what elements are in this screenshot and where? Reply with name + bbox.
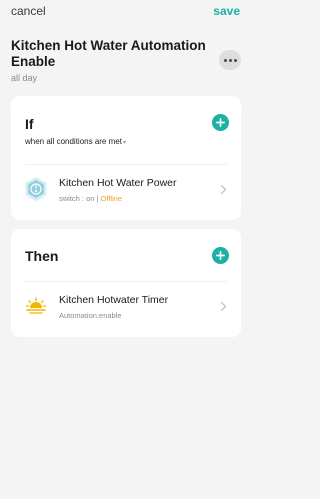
save-button[interactable]: save: [213, 4, 240, 18]
action-name: Kitchen Hotwater Timer: [59, 294, 169, 306]
chevron-right-icon: [220, 184, 227, 195]
condition-mode-selector[interactable]: when all conditions are met▾: [25, 137, 126, 146]
cancel-button[interactable]: cancel: [11, 4, 46, 18]
condition-detail: switch : on | Offline: [59, 194, 122, 203]
if-card: If when all conditions are met▾ Kitchen …: [11, 96, 241, 220]
if-heading: If: [25, 116, 34, 132]
condition-mode-label: when all conditions are met: [25, 137, 122, 146]
sunrise-icon: [25, 297, 47, 314]
action-detail: Automation:enable: [59, 311, 122, 320]
add-condition-button[interactable]: [212, 114, 229, 131]
add-action-button[interactable]: [212, 247, 229, 264]
condition-name: Kitchen Hot Water Power: [59, 177, 177, 189]
action-row[interactable]: Kitchen Hotwater Timer Automation:enable: [11, 285, 241, 329]
top-bar: cancel save: [0, 0, 252, 26]
more-dot-icon: [228, 58, 232, 62]
then-heading: Then: [25, 248, 59, 264]
then-card: Then Kitchen Hotwater Timer Automation:e…: [11, 229, 241, 337]
schedule-subtitle: all day: [11, 73, 38, 83]
more-dot-icon: [223, 58, 227, 62]
more-dot-icon: [233, 58, 237, 62]
condition-state: switch : on |: [59, 194, 101, 203]
more-options-button[interactable]: [219, 50, 241, 70]
chevron-right-icon: [220, 301, 227, 312]
offline-status: Offline: [100, 194, 123, 203]
plus-icon: [216, 251, 225, 260]
condition-row[interactable]: Kitchen Hot Water Power switch : on | Of…: [11, 168, 241, 212]
page-title: Kitchen Hot Water Automation Enable: [11, 38, 206, 69]
divider: [25, 281, 227, 282]
caret-down-icon: ▾: [122, 140, 126, 146]
plus-icon: [216, 118, 225, 127]
divider: [25, 164, 227, 165]
device-icon: [25, 177, 47, 201]
